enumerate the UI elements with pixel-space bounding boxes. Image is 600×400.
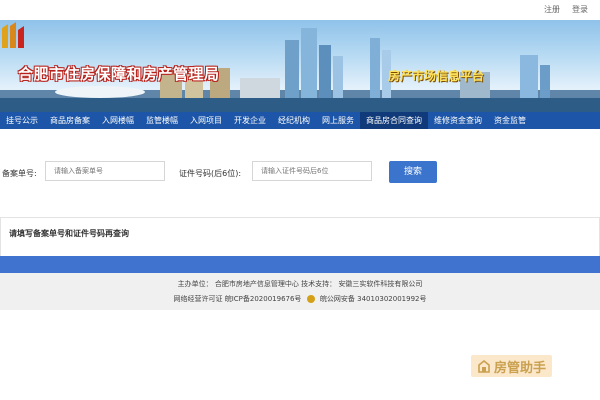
site-title: 合肥市住房保障和房产管理局: [18, 65, 220, 83]
nav-item[interactable]: 资金监管: [488, 112, 532, 129]
bureau-logo: [2, 22, 24, 48]
register-link[interactable]: 注册: [544, 4, 560, 15]
top-bar: 注册 登录: [0, 0, 600, 20]
nav-item[interactable]: 商品房合同查询: [360, 112, 428, 129]
cert-number-input[interactable]: [252, 161, 372, 181]
icp-license[interactable]: 网络经营许可证 皖ICP备2020019676号: [174, 295, 302, 303]
main-nav: 挂号公示 商品房备案 入网楼幅 监管楼幅 入网项目 开发企业 经纪机构 网上服务 商品房合同查询…: [0, 112, 600, 129]
login-link[interactable]: 登录: [572, 4, 588, 15]
police-record[interactable]: 皖公网安备 34010302001992号: [320, 295, 427, 303]
top-links: 注册 登录: [544, 4, 588, 15]
site-subtitle: 房产市场信息平台: [388, 69, 485, 83]
divider-bar: [0, 256, 600, 273]
nav-item[interactable]: 经纪机构: [272, 112, 316, 129]
nav-item[interactable]: 维修资金查询: [428, 112, 488, 129]
notice-text: 请填写备案单号和证件号码再查询: [9, 229, 129, 238]
police-emblem-icon: [306, 295, 315, 303]
footer: 主办单位： 合肥市房地产信息管理中心 技术支持： 安徽三实软件科技有限公司 网络…: [0, 273, 600, 310]
header-banner: 合肥市住房保障和房产管理局 房产市场信息平台: [0, 20, 600, 112]
nav-item[interactable]: 网上服务: [316, 112, 360, 129]
nav-item[interactable]: 监管楼幅: [140, 112, 184, 129]
search-button[interactable]: 搜索: [389, 161, 437, 183]
nav-item[interactable]: 商品房备案: [44, 112, 96, 129]
record-number-label: 备案单号:: [2, 169, 37, 178]
footer-organizer: 主办单位： 合肥市房地产信息管理中心 技术支持： 安徽三实软件科技有限公司: [177, 280, 423, 288]
house-icon: [478, 359, 490, 373]
watermark-badge: 房管助手: [471, 355, 553, 377]
notice-panel: 请填写备案单号和证件号码再查询: [0, 217, 600, 257]
nav-item[interactable]: 开发企业: [228, 112, 272, 129]
nav-item[interactable]: 入网楼幅: [96, 112, 140, 129]
nav-item[interactable]: 挂号公示: [0, 112, 44, 129]
nav-item[interactable]: 入网项目: [184, 112, 228, 129]
footer-license-line: 网络经营许可证 皖ICP备2020019676号 皖公网安备 340103020…: [0, 294, 600, 304]
search-form: 备案单号: 证件号码(后6位): 搜索: [0, 161, 600, 185]
record-number-input[interactable]: [45, 161, 165, 181]
cert-number-label: 证件号码(后6位):: [179, 169, 242, 178]
watermark-text: 房管助手: [494, 360, 547, 376]
